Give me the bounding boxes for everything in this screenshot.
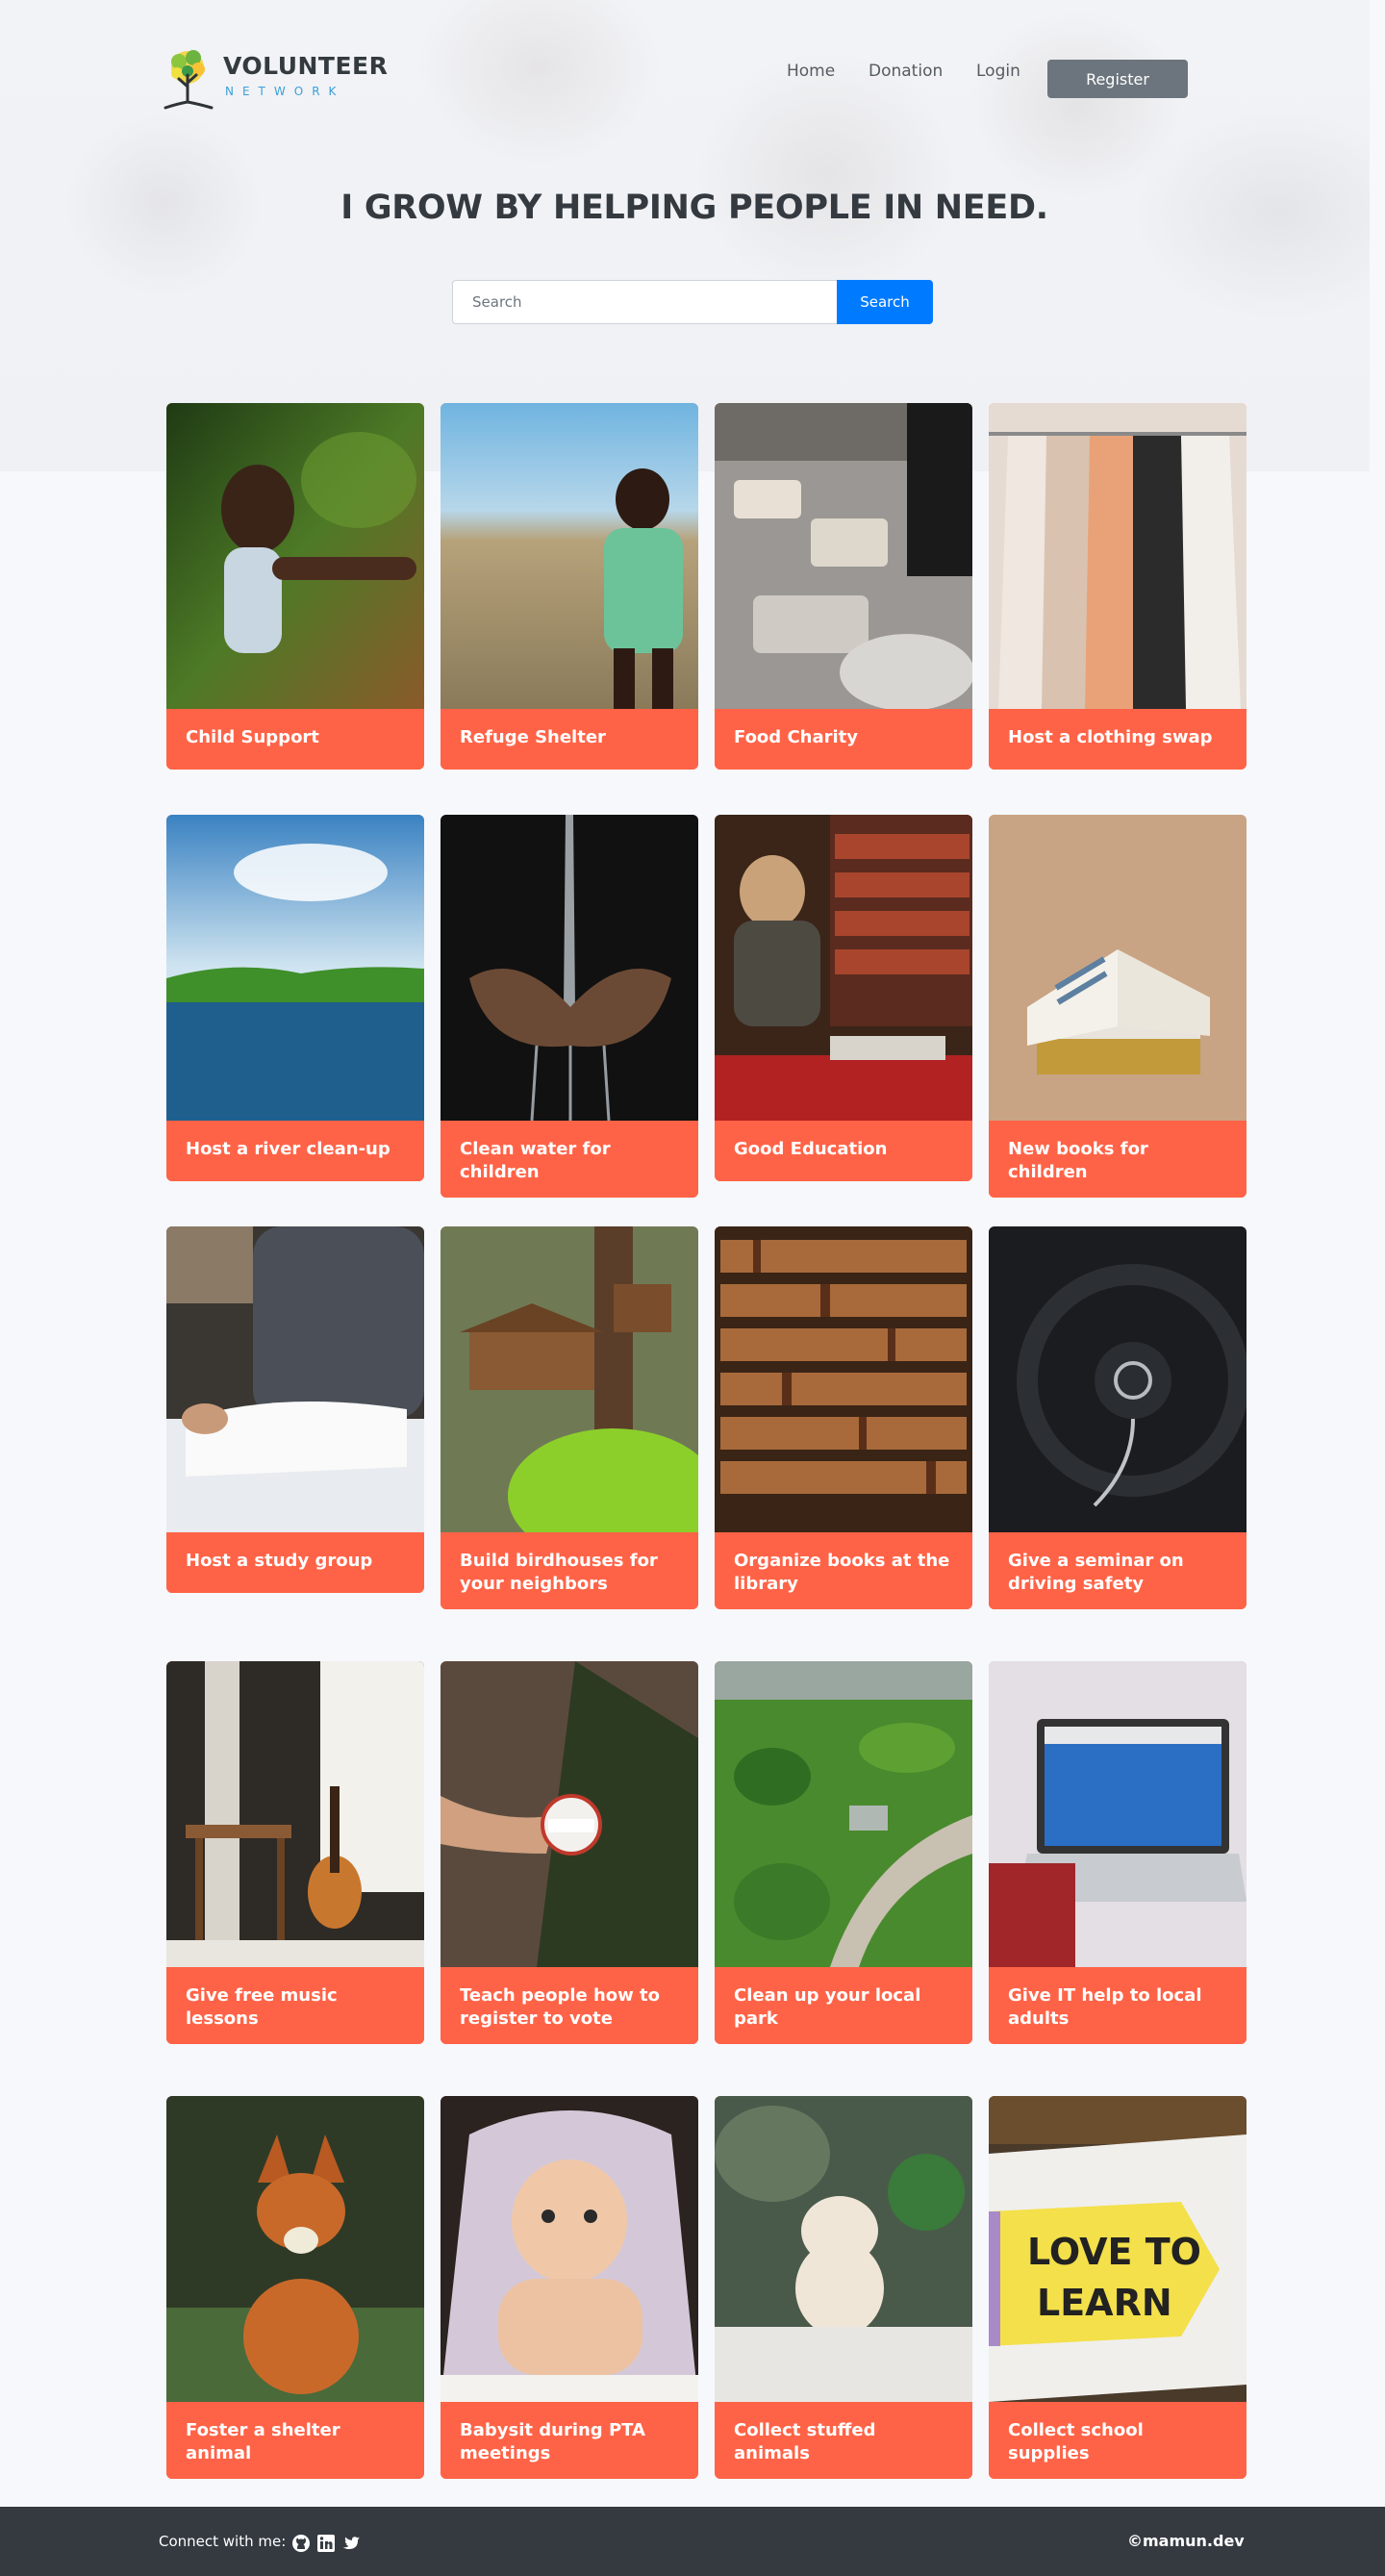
event-title: Clean water for children xyxy=(441,1121,698,1198)
event-card[interactable]: Collect stuffed animals xyxy=(715,2096,972,2479)
linkedin-icon[interactable] xyxy=(316,2534,336,2553)
event-image xyxy=(166,1226,424,1532)
event-title: Foster a shelter animal xyxy=(166,2402,424,2479)
twitter-icon[interactable] xyxy=(341,2534,361,2553)
search-button[interactable]: Search xyxy=(837,280,933,324)
event-title: Refuge Shelter xyxy=(441,709,698,770)
event-image xyxy=(441,2096,698,2402)
event-title: Child Support xyxy=(166,709,424,770)
svg-text:LEARN: LEARN xyxy=(1037,2282,1172,2324)
event-image xyxy=(989,815,1246,1121)
event-card[interactable]: Build birdhouses for your neighbors xyxy=(441,1226,698,1609)
event-card[interactable]: Babysit during PTA meetings xyxy=(441,2096,698,2479)
event-title: Host a clothing swap xyxy=(989,709,1246,770)
site-footer: Connect with me: ©mamun.dev xyxy=(0,2507,1385,2576)
brand-name: VOLUNTEER xyxy=(223,52,389,80)
event-title: Organize books at the library xyxy=(715,1532,972,1609)
event-title: New books for children xyxy=(989,1121,1246,1198)
register-button[interactable]: Register xyxy=(1047,60,1188,98)
event-image xyxy=(989,403,1246,709)
event-image xyxy=(715,403,972,709)
event-card[interactable]: Child Support xyxy=(166,403,424,770)
event-title: Food Charity xyxy=(715,709,972,770)
social-links xyxy=(291,2534,361,2553)
event-title: Clean up your local park xyxy=(715,1967,972,2044)
event-card[interactable]: Host a study group xyxy=(166,1226,424,1593)
event-card[interactable]: Refuge Shelter xyxy=(441,403,698,770)
event-card[interactable]: Give a seminar on driving safety xyxy=(989,1226,1246,1609)
event-card[interactable]: Clean up your local park xyxy=(715,1661,972,2044)
event-title: Host a river clean-up xyxy=(166,1121,424,1181)
event-image: LOVE TO LEARN xyxy=(989,2096,1246,2402)
event-title: Give IT help to local adults xyxy=(989,1967,1246,2044)
search-form: Search xyxy=(452,280,933,324)
event-card[interactable]: Organize books at the library xyxy=(715,1226,972,1609)
event-image xyxy=(441,1661,698,1967)
brand-tagline: NETWORK xyxy=(225,85,345,98)
event-image xyxy=(715,1226,972,1532)
hero-title: I GROW BY HELPING PEOPLE IN NEED. xyxy=(340,189,1048,227)
event-image xyxy=(715,2096,972,2402)
event-card[interactable]: Food Charity xyxy=(715,403,972,770)
nav-login-link[interactable]: Login xyxy=(976,62,1020,81)
event-title: Collect stuffed animals xyxy=(715,2402,972,2479)
event-card[interactable]: Give free music lessons xyxy=(166,1661,424,2044)
event-title: Teach people how to register to vote xyxy=(441,1967,698,2044)
event-title: Host a study group xyxy=(166,1532,424,1593)
event-image xyxy=(166,815,424,1121)
event-card[interactable]: LOVE TO LEARN Collect school supplies xyxy=(989,2096,1246,2479)
event-image xyxy=(166,403,424,709)
event-image xyxy=(715,815,972,1121)
event-card[interactable]: Host a river clean-up xyxy=(166,815,424,1181)
event-title: Good Education xyxy=(715,1121,972,1181)
svg-text:LOVE TO: LOVE TO xyxy=(1027,2231,1201,2273)
nav-home-link[interactable]: Home xyxy=(787,62,835,81)
tree-logo-icon xyxy=(164,50,214,110)
event-card[interactable]: Host a clothing swap xyxy=(989,403,1246,770)
search-input[interactable] xyxy=(452,280,837,324)
event-title: Collect school supplies xyxy=(989,2402,1246,2479)
event-image xyxy=(989,1226,1246,1532)
event-card[interactable]: Clean water for children xyxy=(441,815,698,1198)
event-card[interactable]: Good Education xyxy=(715,815,972,1181)
event-card[interactable]: Teach people how to register to vote xyxy=(441,1661,698,2044)
event-title: Give a seminar on driving safety xyxy=(989,1532,1246,1609)
brand-logo[interactable]: VOLUNTEER NETWORK xyxy=(160,46,388,110)
event-title: Give free music lessons xyxy=(166,1967,424,2044)
event-image xyxy=(715,1661,972,1967)
footer-credit: ©mamun.dev xyxy=(1127,2532,1245,2550)
event-image xyxy=(166,1661,424,1967)
footer-connect-label: Connect with me: xyxy=(159,2533,287,2550)
event-card[interactable]: Give IT help to local adults xyxy=(989,1661,1246,2044)
github-icon[interactable] xyxy=(291,2534,311,2553)
event-image xyxy=(441,1226,698,1532)
event-title: Build birdhouses for your neighbors xyxy=(441,1532,698,1609)
nav-donation-link[interactable]: Donation xyxy=(869,62,943,81)
event-card[interactable]: Foster a shelter animal xyxy=(166,2096,424,2479)
event-image xyxy=(166,2096,424,2402)
event-image xyxy=(441,403,698,709)
event-title: Babysit during PTA meetings xyxy=(441,2402,698,2479)
event-image xyxy=(441,815,698,1121)
event-card[interactable]: New books for children xyxy=(989,815,1246,1198)
page-edge xyxy=(1370,0,1385,471)
event-image xyxy=(989,1661,1246,1967)
